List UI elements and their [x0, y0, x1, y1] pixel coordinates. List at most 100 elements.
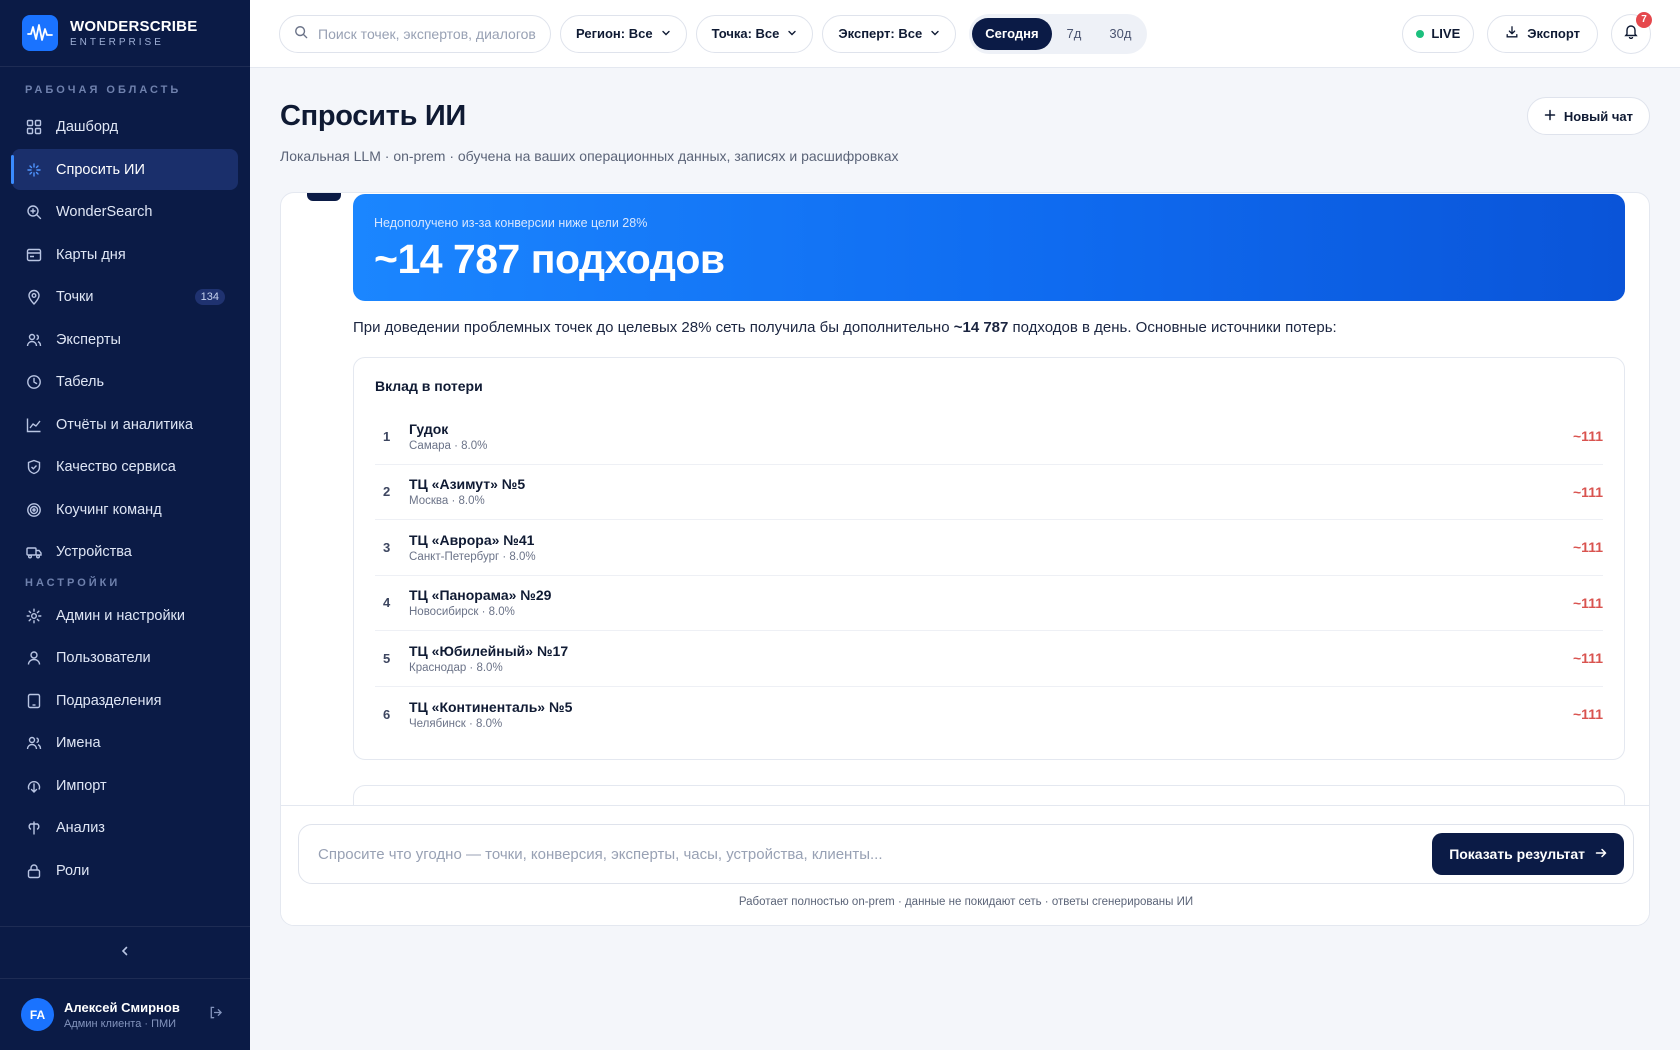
- show-result-button[interactable]: Показать результат: [1432, 833, 1624, 875]
- brand[interactable]: WONDERSCRIBE ENTERPRISE: [0, 0, 250, 67]
- list-item[interactable]: 4 ТЦ «Панорама» №29 Новосибирск · 8.0% ~1…: [375, 576, 1603, 631]
- live-toggle[interactable]: LIVE: [1402, 14, 1475, 53]
- sidebar-item-users[interactable]: Пользователи: [12, 638, 238, 679]
- arrow-right-icon: [1595, 846, 1607, 862]
- loss-value: ~111: [1573, 483, 1603, 500]
- region-filter[interactable]: Регион: Все: [560, 14, 687, 53]
- shield-icon: [25, 458, 43, 476]
- sidebar-item-label: Пользователи: [56, 650, 151, 666]
- user-panel: FA Алексей Смирнов Админ клиента · ПМИ: [0, 978, 250, 1050]
- list-item[interactable]: 5 ТЦ «Юбилейный» №17 Краснодар · 8.0% ~11…: [375, 631, 1603, 687]
- answer-text-before: При доведении проблемных точек до целевы…: [353, 319, 954, 336]
- user-name: Алексей Смирнов: [64, 999, 180, 1015]
- period-30d[interactable]: 30д: [1096, 18, 1144, 50]
- list-item[interactable]: 6 ТЦ «Континенталь» №5 Челябинск · 8.0% ~…: [375, 687, 1603, 743]
- expert-filter[interactable]: Эксперт: Все: [822, 14, 957, 53]
- loss-name: ТЦ «Азимут» №5: [409, 476, 526, 493]
- avatar[interactable]: FA: [21, 998, 54, 1031]
- loss-rank: 6: [383, 706, 391, 722]
- sidebar-item-reports[interactable]: Отчёты и аналитика: [12, 404, 238, 445]
- live-label: LIVE: [1431, 26, 1461, 41]
- sidebar-item-admin[interactable]: Админ и настройки: [12, 595, 238, 636]
- loss-meta: Новосибирск · 8.0%: [409, 606, 515, 619]
- chevron-left-icon: [119, 944, 131, 962]
- period-today[interactable]: Сегодня: [972, 17, 1052, 50]
- sidebar-item-roles[interactable]: Роли: [12, 850, 238, 891]
- sidebar-item-experts[interactable]: Эксперты: [12, 319, 238, 360]
- show-result-label: Показать результат: [1449, 846, 1585, 862]
- tablet-icon: [25, 692, 43, 710]
- sidebar-item-analysis[interactable]: Анализ: [12, 808, 238, 849]
- sidebar-item-label: Точки: [56, 289, 94, 305]
- sidebar-item-ask-ai[interactable]: Спросить ИИ: [11, 149, 238, 190]
- sidebar-item-wondersearch[interactable]: WonderSearch: [12, 192, 238, 233]
- live-dot-icon: [1416, 29, 1425, 38]
- import-icon: [25, 777, 43, 795]
- point-filter-label: Точка: Все: [711, 26, 780, 41]
- loss-value: ~111: [1573, 428, 1603, 445]
- loss-rank: 1: [383, 428, 391, 444]
- sidebar-item-points[interactable]: Точки 134: [12, 277, 238, 318]
- notifications-button[interactable]: 7: [1611, 11, 1652, 54]
- region-filter-label: Регион: Все: [576, 26, 653, 41]
- sidebar-item-label: Имена: [56, 735, 101, 751]
- sidebar-item-coaching[interactable]: Коучинг команд: [12, 489, 238, 530]
- sidebar-item-label: Карты дня: [56, 246, 126, 263]
- download-icon: [1505, 25, 1519, 42]
- sidebar-item-import[interactable]: Импорт: [12, 765, 238, 806]
- sidebar-item-names[interactable]: Имена: [12, 723, 238, 764]
- sidebar-item-label: Табель: [56, 374, 105, 390]
- points-count-badge: 134: [194, 289, 225, 305]
- section-label-workspace: РАБОЧАЯ ОБЛАСТЬ: [25, 84, 182, 96]
- export-label: Экспорт: [1527, 26, 1580, 41]
- sidebar-item-dashboard[interactable]: Дашборд: [12, 107, 238, 148]
- sidebar-item-devices[interactable]: Устройства: [12, 532, 238, 573]
- card-icon: [25, 246, 43, 264]
- search-box[interactable]: [279, 14, 551, 53]
- sidebar-item-label: Подразделения: [56, 692, 162, 709]
- hero-metric: Недополучено из-за конверсии ниже цели 2…: [353, 194, 1625, 301]
- logout-icon[interactable]: [208, 1005, 223, 1025]
- loss-meta: Москва · 8.0%: [409, 495, 485, 508]
- sidebar-item-timesheet[interactable]: Табель: [12, 362, 238, 403]
- brand-sub: ENTERPRISE: [70, 37, 164, 48]
- assistant-avatar-tab: [307, 193, 341, 201]
- user-icon: [25, 649, 43, 667]
- answer-text: При доведении проблемных точек до целевы…: [353, 319, 1337, 336]
- losses-panel: Вклад в потери 1 Гудок Самара · 8.0% ~111…: [353, 357, 1625, 760]
- sidebar-item-label: Качество сервиса: [56, 459, 176, 475]
- collapse-sidebar-button[interactable]: [0, 926, 250, 978]
- user-role: Админ клиента · ПМИ: [64, 1017, 177, 1030]
- list-item[interactable]: 3 ТЦ «Аврора» №41 Санкт-Петербург · 8.0% …: [375, 520, 1603, 576]
- sidebar-item-label: Устройства: [56, 544, 132, 560]
- new-chat-button[interactable]: Новый чат: [1526, 97, 1650, 135]
- sidebar-item-departments[interactable]: Подразделения: [12, 680, 238, 721]
- period-7d[interactable]: 7д: [1054, 18, 1095, 50]
- page-subtitle: Локальная LLM · on-prem · обучена на ваш…: [280, 148, 899, 164]
- sidebar-item-label: Админ и настройки: [56, 607, 185, 624]
- list-item[interactable]: 1 Гудок Самара · 8.0% ~111: [375, 409, 1603, 465]
- sidebar-item-service-quality[interactable]: Качество сервиса: [12, 447, 238, 488]
- sidebar-item-day-cards[interactable]: Карты дня: [12, 234, 238, 275]
- bell-icon: [1623, 23, 1639, 44]
- period-switch: Сегодня 7д 30д: [969, 13, 1148, 54]
- users-icon: [25, 331, 43, 349]
- ask-input[interactable]: [318, 845, 1433, 863]
- point-filter[interactable]: Точка: Все: [695, 14, 814, 53]
- truck-icon: [25, 543, 43, 561]
- search-input[interactable]: [318, 25, 536, 42]
- export-button[interactable]: Экспорт: [1487, 14, 1598, 53]
- users-icon: [25, 734, 43, 752]
- gear-icon: [25, 607, 43, 625]
- target-icon: [25, 501, 43, 519]
- brand-name: WONDERSCRIBE: [70, 18, 198, 35]
- answer-text-after: подходов в день. Основные источники поте…: [1008, 319, 1337, 336]
- sidebar-item-label: Роли: [56, 862, 90, 879]
- loss-name: Гудок: [409, 420, 449, 437]
- loss-rank: 2: [383, 484, 391, 500]
- grid-icon: [25, 118, 43, 136]
- sidebar: WONDERSCRIBE ENTERPRISE РАБОЧАЯ ОБЛАСТЬ …: [0, 0, 250, 1050]
- sidebar-item-label: Коучинг команд: [56, 501, 162, 518]
- list-item[interactable]: 2 ТЦ «Азимут» №5 Москва · 8.0% ~111: [375, 465, 1603, 520]
- loss-name: ТЦ «Юбилейный» №17: [409, 642, 569, 659]
